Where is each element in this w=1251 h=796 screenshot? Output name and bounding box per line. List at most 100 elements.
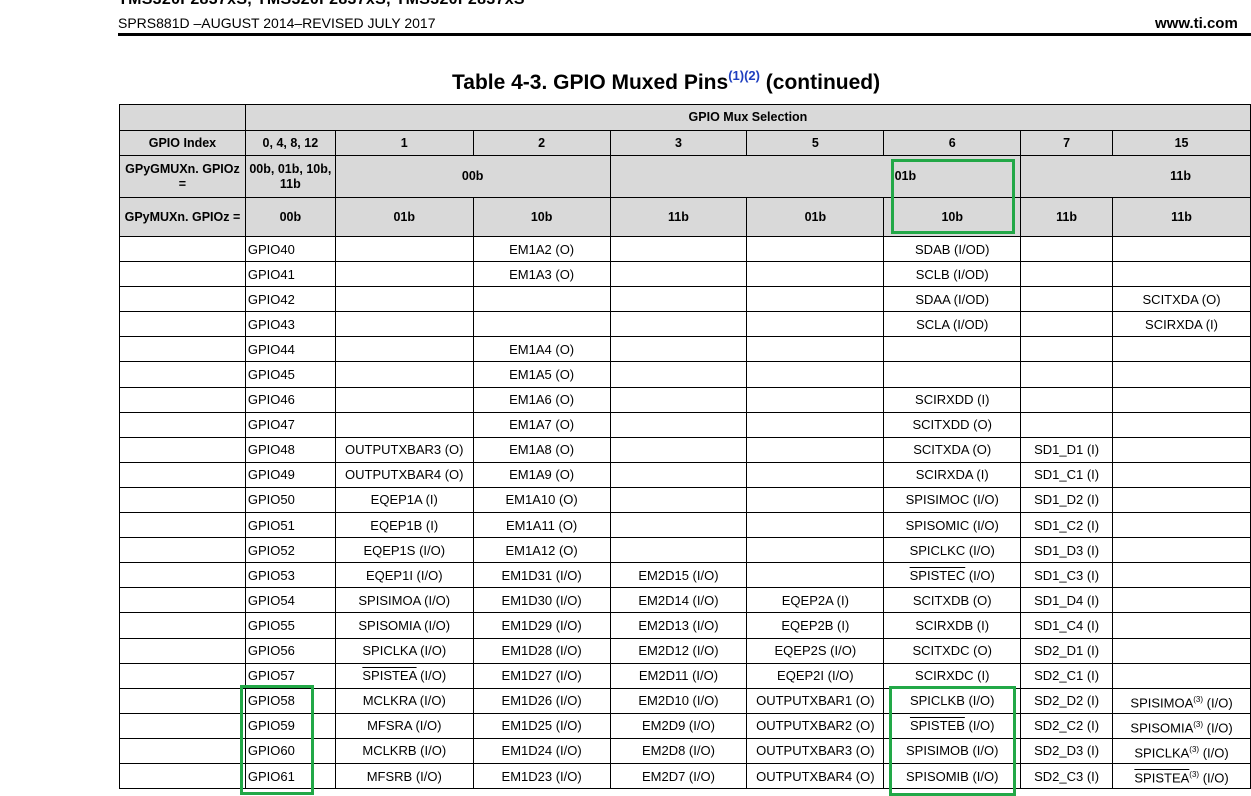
mux-function-cell	[746, 461, 885, 488]
mux-function-cell: EM1D23 (I/O)	[472, 762, 611, 790]
footnote-ref[interactable]: (3)	[1193, 720, 1203, 729]
table-row: GPIO56 SPICLKA (I/O) EM1D28 (I/O) EM2D12 (I…	[119, 637, 1251, 664]
table-row: GPIO52 EQEP1S (I/O) EM1A12 (O) SPICLKC (I/O…	[119, 537, 1251, 564]
mux-function-cell: EM1D27 (I/O)	[472, 662, 611, 689]
mux-function-cell: EM1D31 (I/O)	[472, 562, 611, 589]
mux-function-cell: SCIRXDD (I)	[883, 386, 1022, 413]
highlight-box-gpio-column	[240, 685, 314, 795]
mux-function-cell: SPISOMIA(3) (I/O)	[1112, 712, 1251, 739]
cut-off-device-title: TMS320F2837xS, TMS320F2837xS, TMS320F283…	[118, 0, 525, 9]
mux-function-cell: EM2D13 (I/O)	[609, 612, 748, 639]
mux-function-cell: SPISIMOA(3) (I/O)	[1112, 687, 1251, 714]
mux-function-cell	[746, 436, 885, 463]
mux-function-cell	[1112, 537, 1251, 564]
gpio-name-cell: GPIO41	[244, 261, 336, 288]
mux-function-cell: SDAB (I/OD)	[883, 235, 1022, 263]
mux-function-cell: EM2D15 (I/O)	[609, 562, 748, 589]
mux-function-cell	[1020, 311, 1114, 338]
mux-function-cell	[334, 386, 474, 413]
mux-function-cell: SD1_D4 (I)	[1020, 587, 1114, 614]
mux-function-cell	[609, 336, 748, 363]
mux-function-cell: EQEP1B (I)	[334, 512, 474, 539]
mux-function-cell: MCLKRB (I/O)	[334, 737, 474, 764]
mux-function-cell: EM2D10 (I/O)	[609, 687, 748, 714]
mux-function-cell: SCITXDD (O)	[883, 411, 1022, 438]
mux-function-cell	[334, 261, 474, 288]
mux-function-cell: EQEP2I (I/O)	[746, 662, 885, 689]
mux-function-cell: OUTPUTXBAR1 (O)	[746, 687, 885, 714]
mux-function-cell	[746, 562, 885, 589]
mux-function-cell: EQEP1A (I)	[334, 486, 474, 514]
table-title-notes[interactable]: (1)(2)	[728, 68, 760, 83]
mux-function-cell: SD2_C3 (I)	[1020, 762, 1114, 790]
gpio-name-cell: GPIO51	[244, 512, 336, 539]
mux-function-cell: OUTPUTXBAR3 (O)	[746, 737, 885, 764]
mux-function-cell: EM1A2 (O)	[472, 235, 611, 263]
mux-function-cell: OUTPUTXBAR4 (O)	[746, 762, 885, 790]
gpio-index-cell	[119, 486, 246, 514]
footnote-ref[interactable]: (3)	[1193, 695, 1203, 704]
gpio-name-cell: GPIO46	[244, 386, 336, 413]
table-row: GPIO50 EQEP1A (I) EM1A10 (O) SPISIMOC (I/O)…	[119, 486, 1251, 514]
table-row: GPIO48 OUTPUTXBAR3 (O) EM1A8 (O) SCITXDA (O…	[119, 436, 1251, 463]
mux-function-cell: OUTPUTXBAR2 (O)	[746, 712, 885, 739]
mux-function-cell: SPISIMOA (I/O)	[334, 587, 474, 614]
mux-col: 10b	[472, 197, 611, 237]
mux-function-cell: SD1_D2 (I)	[1020, 486, 1114, 514]
table-row: GPIO51 EQEP1B (I) EM1A11 (O) SPISOMIC (I/O)…	[119, 512, 1251, 539]
mux-function-cell	[1112, 461, 1251, 488]
gpio-index-cell	[119, 712, 246, 739]
mux-function-cell	[1112, 587, 1251, 614]
mux-function-cell	[472, 286, 611, 313]
table-title-suffix: (continued)	[759, 71, 881, 94]
mux-function-cell: EM1A5 (O)	[472, 361, 611, 388]
mux-function-cell: MCLKRA (I/O)	[334, 687, 474, 714]
mux-col: 01b	[746, 197, 885, 237]
gpio-name-cell: GPIO43	[244, 311, 336, 338]
mux-function-cell: EM1A6 (O)	[472, 386, 611, 413]
site-link[interactable]: www.ti.com	[1155, 15, 1238, 32]
mux-function-cell: EM1A3 (O)	[472, 261, 611, 288]
gpio-name-cell: GPIO45	[244, 361, 336, 388]
index-col: 7	[1020, 130, 1114, 156]
footnote-ref[interactable]: (3)	[1189, 745, 1199, 754]
gpio-index-cell	[119, 336, 246, 363]
mux-function-cell: EM2D9 (I/O)	[609, 712, 748, 739]
mux-function-cell	[472, 311, 611, 338]
mux-function-cell: SPISTEA (I/O)	[334, 662, 474, 689]
mux-function-cell	[1112, 436, 1251, 463]
mux-function-cell	[1020, 411, 1114, 438]
mux-function-cell: OUTPUTXBAR3 (O)	[334, 436, 474, 463]
table-title: Table 4-3. GPIO Muxed Pins(1)(2) (contin…	[452, 68, 881, 95]
mux-function-cell	[1112, 235, 1251, 263]
gpio-index-cell	[119, 737, 246, 764]
mux-function-cell: EM2D11 (I/O)	[609, 662, 748, 689]
index-col: 0, 4, 8, 12	[244, 130, 336, 156]
mux-col: 01b	[334, 197, 474, 237]
mux-function-cell: EM1A9 (O)	[472, 461, 611, 488]
gpio-index-cell	[119, 637, 246, 664]
table-row: GPIO49 OUTPUTXBAR4 (O) EM1A9 (O) SCIRXDA (I…	[119, 461, 1251, 488]
mux-function-cell: SCITXDB (O)	[883, 587, 1022, 614]
gpio-name-cell: GPIO44	[244, 336, 336, 363]
gpio-name-cell: GPIO56	[244, 637, 336, 664]
table-row: GPIO53 EQEP1I (I/O) EM1D31 (I/O) EM2D15 (I/…	[119, 562, 1251, 589]
mux-function-cell: SD1_C4 (I)	[1020, 612, 1114, 639]
table-row: GPIO55 SPISOMIA (I/O) EM1D29 (I/O) EM2D13 (…	[119, 612, 1251, 639]
table-row: GPIO54 SPISIMOA (I/O) EM1D30 (I/O) EM2D14 (…	[119, 587, 1251, 614]
mux-function-cell: EM1A4 (O)	[472, 336, 611, 363]
mux-function-cell: MFSRB (I/O)	[334, 762, 474, 790]
header-rule	[118, 33, 1251, 36]
mux-function-cell	[746, 311, 885, 338]
mux-function-cell	[746, 361, 885, 388]
table-row: GPIO42 SDAA (I/OD) SCITXDA (O)	[119, 286, 1251, 313]
mux-function-cell	[334, 336, 474, 363]
mux-function-cell: SCITXDC (O)	[883, 637, 1022, 664]
footnote-ref[interactable]: (3)	[1189, 770, 1199, 779]
table-row: GPIO46 EM1A6 (O) SCIRXDD (I)	[119, 386, 1251, 413]
mux-function-cell: SPISTEC (I/O)	[883, 562, 1022, 589]
mux-function-cell: EM1A10 (O)	[472, 486, 611, 514]
mux-col: 11b	[1112, 197, 1251, 237]
mux-function-cell	[609, 235, 748, 263]
document-id: SPRS881D –AUGUST 2014–REVISED JULY 2017	[118, 15, 436, 31]
